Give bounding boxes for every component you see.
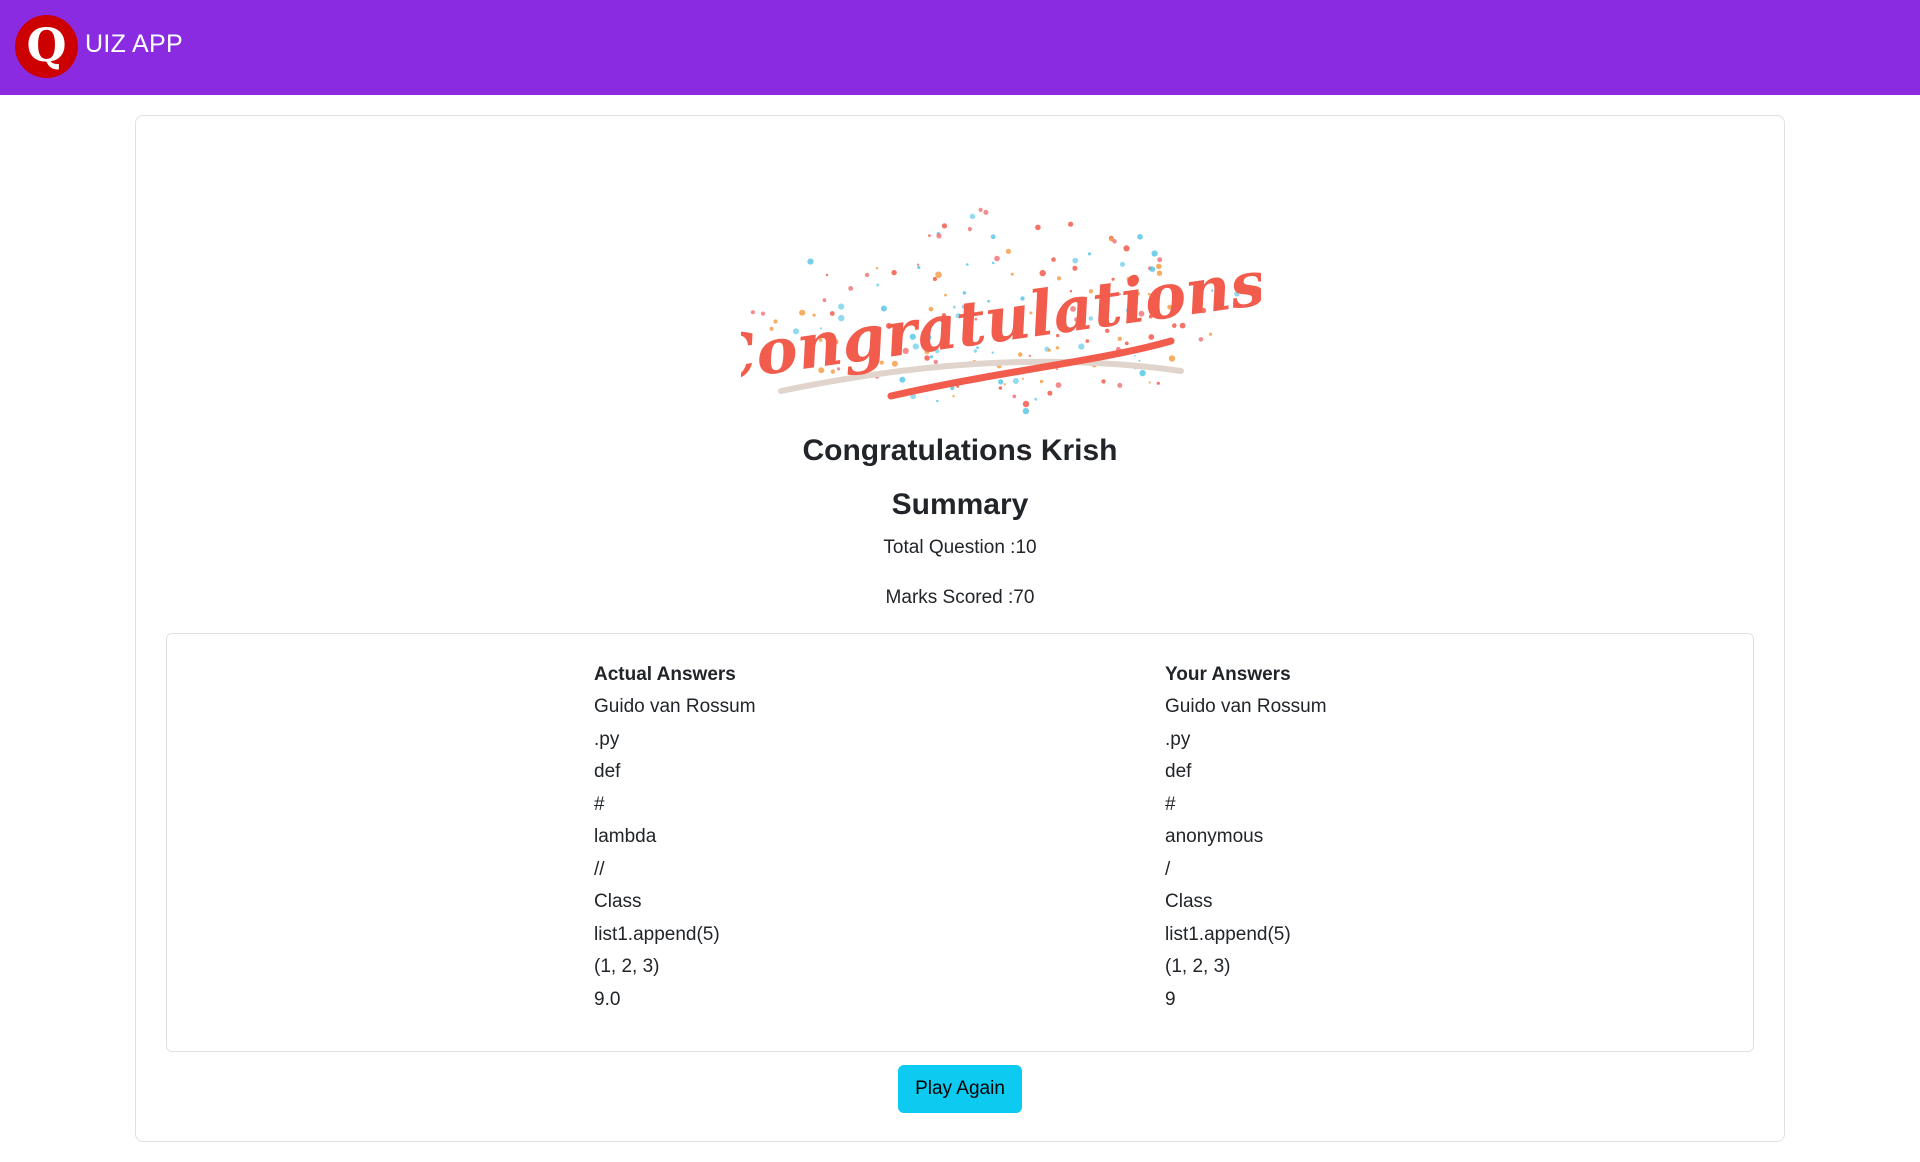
summary-heading: Summary <box>891 488 1029 521</box>
your-answer-item: anonymous <box>1165 826 1264 847</box>
your-answer-item: .py <box>1165 728 1191 750</box>
marks-scored-text: Marks Scored :70 <box>885 587 1035 608</box>
actual-answer-item: list1.append(5) <box>594 923 720 945</box>
actual-answer-item: // <box>594 858 605 880</box>
answers-comparison-box: Actual Answers Guido van Rossum .py def … <box>166 633 1754 1052</box>
your-answers-header: Your Answers <box>1165 664 1291 685</box>
congratulations-banner-image: Congratulations! <box>741 207 1261 415</box>
actual-answers-column: Actual Answers Guido van Rossum .py def … <box>594 658 756 1016</box>
your-answer-item: Class <box>1165 891 1213 912</box>
result-card: Congratulations! Congratulations Krish S… <box>135 115 1785 1142</box>
actual-answer-item: lambda <box>594 826 657 847</box>
actual-answer-item: (1, 2, 3) <box>594 956 660 977</box>
play-again-button[interactable]: Play Again <box>898 1065 1022 1113</box>
actual-answer-item: .py <box>594 728 620 750</box>
total-questions-text: Total Question :10 <box>883 537 1037 558</box>
your-answer-item: # <box>1165 793 1176 815</box>
your-answer-item: def <box>1165 761 1192 782</box>
logo-letter: Q <box>26 17 67 72</box>
actual-answer-item: 9.0 <box>594 988 621 1010</box>
app-brand-title[interactable]: UIZ APP <box>85 30 183 59</box>
quiz-logo-icon[interactable]: Q <box>15 15 78 78</box>
actual-answer-item: # <box>594 793 605 815</box>
your-answer-item: 9 <box>1165 988 1176 1010</box>
actual-answer-item: Guido van Rossum <box>594 696 756 717</box>
your-answer-item: (1, 2, 3) <box>1165 956 1231 977</box>
top-navbar: Q UIZ APP <box>0 0 1920 95</box>
your-answer-item: Guido van Rossum <box>1165 696 1327 717</box>
actual-answer-item: def <box>594 761 621 782</box>
actual-answer-item: Class <box>594 891 642 912</box>
your-answers-column: Your Answers Guido van Rossum .py def # … <box>1165 658 1327 1016</box>
actual-answers-header: Actual Answers <box>594 664 736 685</box>
congratulations-heading: Congratulations Krish <box>802 434 1118 467</box>
your-answer-item: / <box>1165 858 1171 880</box>
your-answer-item: list1.append(5) <box>1165 923 1291 945</box>
